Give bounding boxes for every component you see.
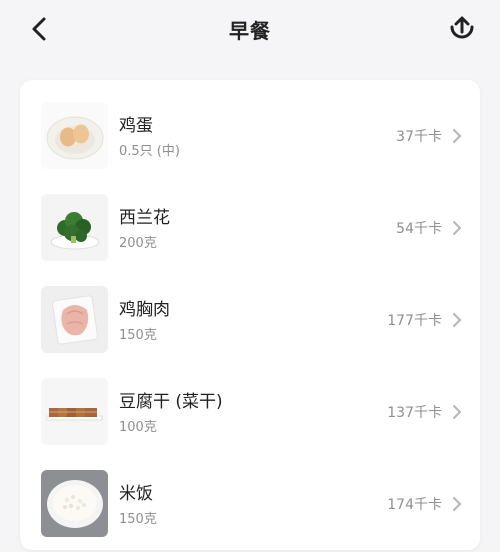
- chevron-right-icon: [453, 497, 461, 511]
- food-calories: 37千卡: [396, 129, 442, 145]
- chevron-right-icon: [453, 405, 461, 419]
- eggs-plate-image: [46, 116, 104, 160]
- page-title: 早餐: [229, 19, 271, 43]
- food-amount: 100克: [119, 420, 157, 435]
- food-thumbnail: [41, 286, 108, 353]
- food-name: 鸡胸肉: [119, 300, 170, 320]
- chevron-right-icon: [453, 221, 461, 235]
- chevron-right-icon: [453, 313, 461, 327]
- header-bar: 早餐: [0, 0, 500, 60]
- food-row-broccoli[interactable]: 西兰花 200克 54千卡: [20, 184, 480, 276]
- rice-bowl-image: [47, 480, 103, 528]
- food-calories: 174千卡: [387, 497, 442, 513]
- food-calories: 54千卡: [396, 221, 442, 237]
- food-amount: 200克: [119, 236, 157, 251]
- food-thumbnail: [41, 194, 108, 261]
- food-calories: 137千卡: [387, 405, 442, 421]
- food-amount: 150克: [119, 512, 157, 527]
- food-list-card: 鸡蛋 0.5只 (中) 37千卡 西兰花 200克 54千卡 鸡胸肉 150克 …: [20, 80, 480, 550]
- food-amount: 0.5只 (中): [119, 144, 180, 159]
- food-thumbnail: [41, 102, 108, 169]
- food-row-rice[interactable]: 米饭 150克 174千卡: [20, 460, 480, 552]
- chicken-breast-image: [52, 295, 98, 345]
- food-thumbnail: [41, 378, 108, 445]
- food-row-egg[interactable]: 鸡蛋 0.5只 (中) 37千卡: [20, 92, 480, 184]
- food-row-dried-tofu[interactable]: 豆腐干 (菜干) 100克 137千卡: [20, 368, 480, 460]
- food-thumbnail: [41, 470, 108, 537]
- food-amount: 150克: [119, 328, 157, 343]
- dried-tofu-image: [46, 408, 103, 421]
- food-name: 豆腐干 (菜干): [119, 392, 223, 412]
- food-calories: 177千卡: [387, 313, 442, 329]
- chevron-right-icon: [453, 129, 461, 143]
- share-button[interactable]: [446, 13, 478, 45]
- food-row-chicken-breast[interactable]: 鸡胸肉 150克 177千卡: [20, 276, 480, 368]
- food-name: 米饭: [119, 484, 153, 504]
- food-name: 西兰花: [119, 208, 170, 228]
- upload-share-icon: [450, 16, 474, 39]
- broccoli-image: [50, 212, 100, 250]
- food-name: 鸡蛋: [119, 116, 153, 136]
